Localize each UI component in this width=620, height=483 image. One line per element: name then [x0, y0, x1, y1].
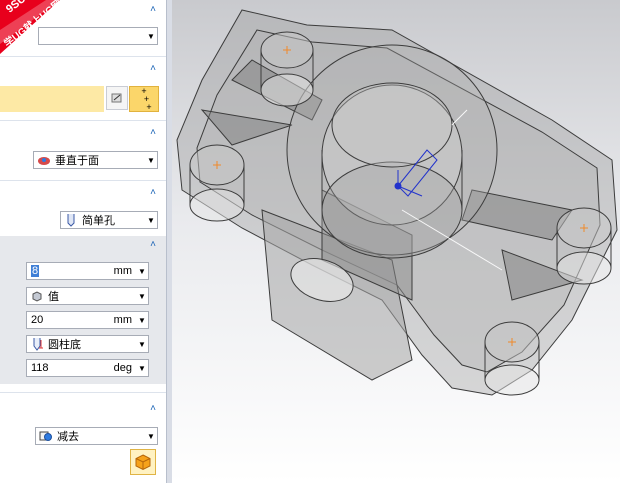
dropdown-arrow-icon: ▼ — [138, 339, 146, 349]
graphics-viewport[interactable] — [172, 0, 620, 483]
section-divider — [0, 180, 166, 181]
section-divider — [0, 392, 166, 393]
points-plus-icon: + + + — [136, 86, 152, 112]
add-point-button[interactable]: + + + — [129, 86, 159, 112]
depth-to-dropdown[interactable]: 圆柱底 ▼ — [26, 335, 149, 353]
dropdown-arrow-icon: ▼ — [147, 31, 155, 41]
diameter-unit: mm — [113, 265, 132, 277]
hole-dialog-panel: 9SUG 学UG就上UG网 ˄ ▼ ˄ + + + ˄ 垂直于面 ▼ ˄ 简单孔… — [0, 0, 166, 483]
tip-angle-input[interactable]: 118 deg ▼ — [26, 359, 149, 377]
depth-limit-value: 值 — [48, 291, 59, 303]
collapse-chevron-icon[interactable]: ˄ — [148, 128, 158, 138]
dropdown-arrow-icon: ▼ — [147, 155, 155, 165]
direction-value: 垂直于面 — [55, 155, 99, 167]
form-value: 简单孔 — [82, 215, 115, 227]
diameter-input[interactable]: 8 mm ▼ — [26, 262, 149, 280]
section-divider — [0, 120, 166, 121]
value-icon — [30, 289, 44, 303]
diameter-value: 8 — [31, 265, 40, 277]
select-body-button[interactable] — [130, 449, 156, 475]
collapse-chevron-icon[interactable]: ˄ — [148, 404, 158, 414]
collapse-chevron-icon[interactable]: ˄ — [148, 188, 158, 198]
dropdown-arrow-icon[interactable]: ▼ — [136, 267, 148, 276]
section-divider — [0, 56, 166, 57]
depth-to-value: 圆柱底 — [48, 339, 81, 351]
part-model-3d — [176, 9, 618, 396]
collapse-chevron-icon[interactable]: ˄ — [148, 240, 158, 250]
subtract-icon — [39, 429, 53, 443]
face-normal-icon — [37, 153, 51, 167]
hole-direction-dropdown[interactable]: 垂直于面 ▼ — [33, 151, 158, 169]
sketch-icon — [111, 93, 122, 103]
depth-unit: mm — [113, 314, 132, 326]
cylinder-bottom-icon — [30, 337, 44, 351]
dropdown-arrow-icon[interactable]: ▼ — [136, 364, 148, 373]
solid-body-icon — [135, 454, 151, 471]
hole-form-dropdown[interactable]: 简单孔 ▼ — [60, 211, 158, 229]
simple-hole-icon — [64, 213, 78, 227]
depth-limit-dropdown[interactable]: 值 ▼ — [26, 287, 149, 305]
collapse-chevron-icon[interactable]: ˄ — [148, 5, 158, 15]
boolean-dropdown[interactable]: 减去 ▼ — [35, 427, 158, 445]
tip-angle-unit: deg — [113, 362, 132, 374]
dropdown-arrow-icon[interactable]: ▼ — [136, 316, 148, 325]
dropdown-arrow-icon: ▼ — [138, 291, 146, 301]
dropdown-arrow-icon: ▼ — [147, 431, 155, 441]
hole-type-dropdown[interactable]: ▼ — [38, 27, 158, 45]
depth-value: 20 — [31, 314, 44, 326]
tip-angle-value: 118 — [31, 362, 49, 374]
boolean-value: 减去 — [57, 431, 79, 443]
sketch-section-button[interactable] — [106, 86, 128, 110]
collapse-chevron-icon[interactable]: ˄ — [148, 64, 158, 74]
depth-input[interactable]: 20 mm ▼ — [26, 311, 149, 329]
position-selection-field[interactable] — [0, 86, 104, 112]
dropdown-arrow-icon: ▼ — [147, 215, 155, 225]
